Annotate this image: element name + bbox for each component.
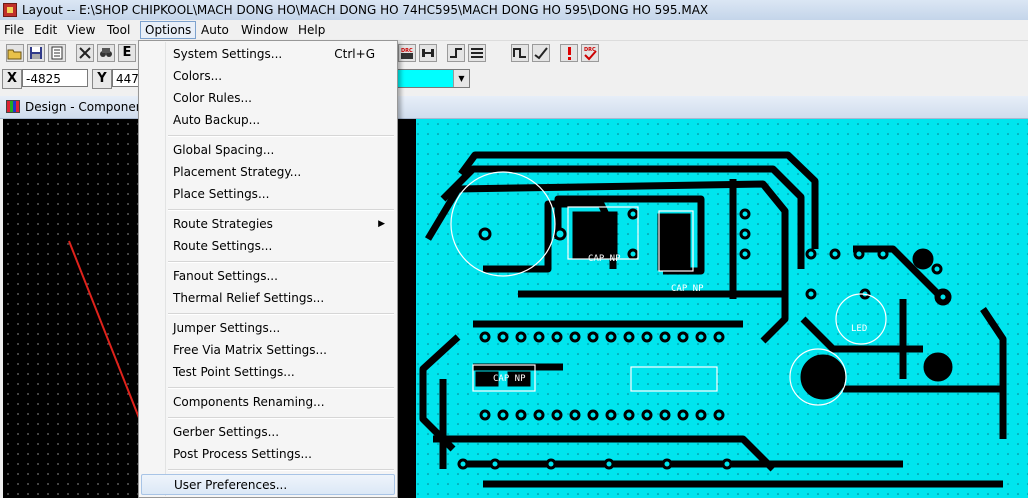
x-coordinate-field[interactable]: -4825 xyxy=(22,69,88,87)
menu-item-fanout-settings[interactable]: Fanout Settings... xyxy=(141,266,395,287)
menu-item-label: Post Process Settings... xyxy=(173,447,312,461)
menu-view[interactable]: View xyxy=(63,22,99,38)
properties-icon[interactable] xyxy=(48,44,66,62)
menu-item-label: Components Renaming... xyxy=(173,395,325,409)
open-icon[interactable] xyxy=(6,44,24,62)
check-route-icon[interactable] xyxy=(532,44,550,62)
design-window-title: Design - Component xyxy=(25,100,149,114)
menu-file[interactable]: File xyxy=(0,22,28,38)
save-icon[interactable] xyxy=(27,44,45,62)
menu-item-color-rules[interactable]: Color Rules... xyxy=(141,88,395,109)
menu-separator xyxy=(168,417,394,419)
drc-check-icon[interactable]: DRC xyxy=(581,44,599,62)
menu-item-free-via-matrix-settings[interactable]: Free Via Matrix Settings... xyxy=(141,340,395,361)
menu-item-route-strategies[interactable]: Route Strategies ▶ xyxy=(141,214,395,235)
window-title: Layout -- E:\SHOP CHIPKOOL\MACH DONG HO\… xyxy=(22,3,709,17)
route-icon[interactable] xyxy=(447,44,465,62)
menu-item-label: Place Settings... xyxy=(173,187,270,201)
menu-item-label: Fanout Settings... xyxy=(173,269,278,283)
menu-item-label: Color Rules... xyxy=(173,91,252,105)
menu-item-shortcut: Ctrl+G xyxy=(334,47,375,61)
menu-item-placement-strategy[interactable]: Placement Strategy... xyxy=(141,162,395,183)
title-bar: Layout -- E:\SHOP CHIPKOOL\MACH DONG HO\… xyxy=(0,0,1028,20)
menu-item-post-process-settings[interactable]: Post Process Settings... xyxy=(141,444,395,465)
board-label-cap-np-2: CAP NP xyxy=(671,284,704,294)
board-label-ds1: DS1 xyxy=(925,364,941,374)
menu-item-label: Test Point Settings... xyxy=(173,365,295,379)
bus-icon[interactable] xyxy=(419,44,437,62)
menu-item-place-settings[interactable]: Place Settings... xyxy=(141,184,395,205)
app-icon xyxy=(3,3,17,17)
delete-icon[interactable] xyxy=(76,44,94,62)
menu-separator xyxy=(168,387,394,389)
menu-item-gerber-settings[interactable]: Gerber Settings... xyxy=(141,422,395,443)
menu-item-route-settings[interactable]: Route Settings... xyxy=(141,236,395,257)
menu-item-label: Free Via Matrix Settings... xyxy=(173,343,327,357)
menu-separator xyxy=(168,313,394,315)
spacing-icon[interactable] xyxy=(468,44,486,62)
menu-item-user-preferences[interactable]: User Preferences... xyxy=(141,474,395,495)
jumper-icon[interactable] xyxy=(511,44,529,62)
menu-item-components-renaming[interactable]: Components Renaming... xyxy=(141,392,395,413)
design-window-icon xyxy=(6,100,20,113)
board-label-cap-np-1: CAP NP xyxy=(588,254,621,264)
menu-item-colors[interactable]: Colors... xyxy=(141,66,395,87)
chevron-down-icon[interactable]: ▼ xyxy=(453,70,469,87)
menu-item-label: Thermal Relief Settings... xyxy=(173,291,325,305)
options-menu: System Settings... Ctrl+G Colors... Color R… xyxy=(138,40,398,498)
x-label: X xyxy=(2,69,22,89)
menu-item-test-point-settings[interactable]: Test Point Settings... xyxy=(141,362,395,383)
menu-item-label: Route Strategies xyxy=(173,217,273,231)
menu-item-system-settings[interactable]: System Settings... Ctrl+G xyxy=(141,44,395,65)
menu-item-label: Jumper Settings... xyxy=(173,321,281,335)
y-label: Y xyxy=(92,69,112,89)
menu-item-label: User Preferences... xyxy=(174,478,288,492)
menu-separator xyxy=(168,135,394,137)
menu-tool[interactable]: Tool xyxy=(103,22,134,38)
edit-e-button[interactable]: E xyxy=(118,44,136,62)
menu-window[interactable]: Window xyxy=(237,22,292,38)
menu-item-label: Route Settings... xyxy=(173,239,273,253)
menu-edit[interactable]: Edit xyxy=(30,22,61,38)
board-label-led: LED xyxy=(851,324,867,334)
menu-item-jumper-settings[interactable]: Jumper Settings... xyxy=(141,318,395,339)
menu-item-label: System Settings... xyxy=(173,47,283,61)
menu-item-label: Gerber Settings... xyxy=(173,425,280,439)
chevron-right-icon: ▶ xyxy=(378,219,385,229)
menu-separator xyxy=(168,209,394,211)
menu-separator xyxy=(168,469,394,471)
error-icon[interactable] xyxy=(560,44,578,62)
menu-item-label: Global Spacing... xyxy=(173,143,275,157)
menu-item-label: Placement Strategy... xyxy=(173,165,302,179)
menu-item-label: Auto Backup... xyxy=(173,113,261,127)
drc-icon[interactable]: DRC xyxy=(398,44,416,62)
menu-auto[interactable]: Auto xyxy=(197,22,233,38)
menu-item-thermal-relief-settings[interactable]: Thermal Relief Settings... xyxy=(141,288,395,309)
board-label-cap-np-3: CAP NP xyxy=(493,374,526,384)
menu-help[interactable]: Help xyxy=(294,22,329,38)
menu-bar: File Edit View Tool Options Auto Window … xyxy=(0,20,1028,40)
menu-item-label: Colors... xyxy=(173,69,223,83)
menu-options[interactable]: Options xyxy=(140,21,197,39)
menu-item-global-spacing[interactable]: Global Spacing... xyxy=(141,140,395,161)
menu-separator xyxy=(168,261,394,263)
layer-select[interactable]: ▼ xyxy=(396,69,470,88)
find-icon[interactable] xyxy=(97,44,115,62)
menu-item-auto-backup[interactable]: Auto Backup... xyxy=(141,110,395,131)
